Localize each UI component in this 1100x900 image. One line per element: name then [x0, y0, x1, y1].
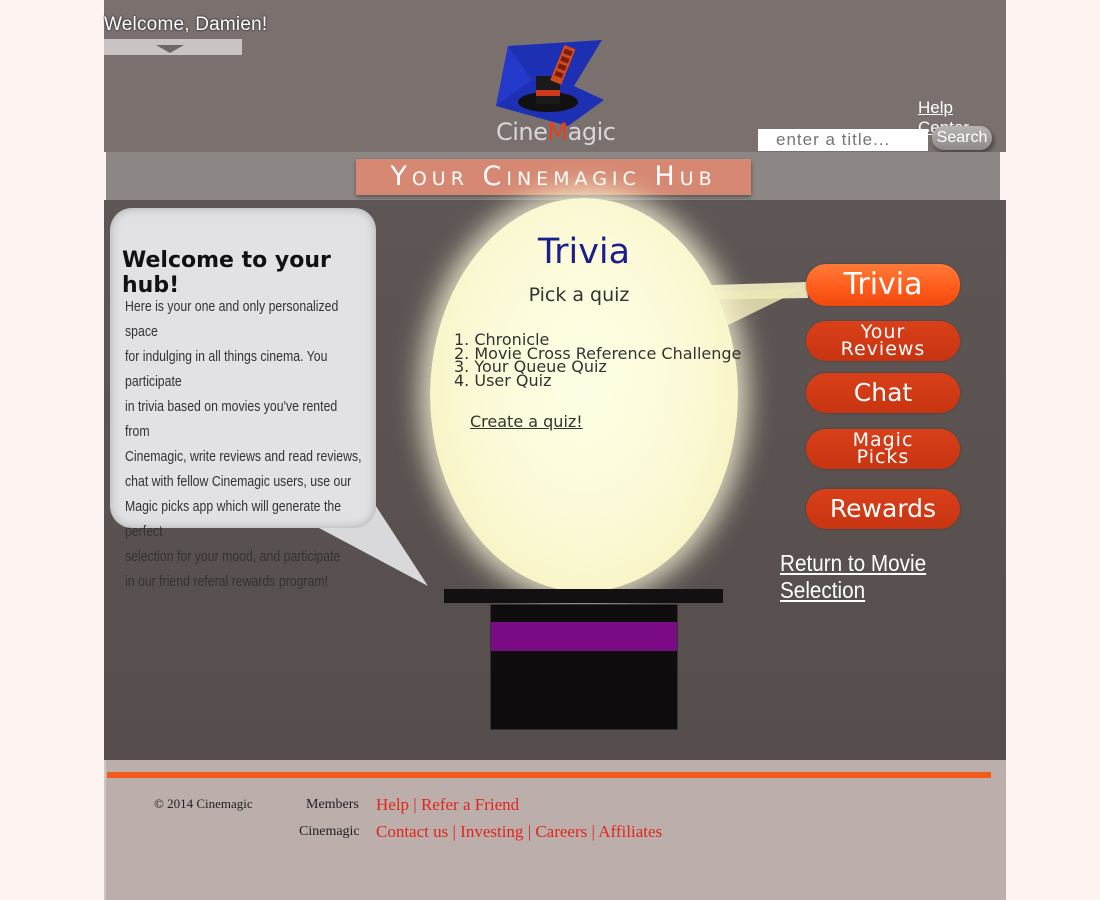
description-line: Here is your one and only personalized s… — [125, 298, 339, 340]
footer-link-careers[interactable]: Careers — [535, 822, 587, 841]
footer-members-label: Members — [306, 797, 359, 812]
page: Welcome, Damien! CineMagic Help Center S… — [104, 0, 1006, 900]
welcome-description: Here is your one and only personalized s… — [125, 294, 364, 594]
footer-separator: | — [409, 795, 421, 814]
nav-chat-label: Chat — [853, 378, 913, 407]
footer-link-refer-a-friend[interactable]: Refer a Friend — [421, 795, 519, 814]
description-line: for indulging in all things cinema. You … — [125, 348, 328, 390]
description-line: in trivia based on movies you've rented … — [125, 398, 338, 440]
search-button[interactable]: Search — [932, 126, 992, 150]
create-quiz-link[interactable]: Create a quiz! — [470, 412, 583, 431]
logo-text-m: M — [547, 118, 568, 146]
welcome-heading: Welcome to your hub! — [122, 248, 331, 298]
footer-members-links: Help | Refer a Friend — [376, 795, 519, 815]
footer-cinemagic-label: Cinemagic — [299, 824, 360, 839]
nav-trivia-button[interactable]: Trivia — [806, 264, 960, 306]
magic-hat-brim — [444, 589, 723, 603]
user-menu-dropdown[interactable] — [104, 39, 242, 55]
footer-separator: | — [587, 822, 599, 841]
trivia-heading: Trivia — [537, 232, 631, 272]
description-line: Magic picks app which will generate the … — [125, 498, 342, 540]
search-input[interactable] — [758, 129, 928, 151]
footer-cinemagic-links: Contact us | Investing | Careers | Affil… — [376, 822, 662, 842]
quiz-list: 1. Chronicle 2. Movie Cross Reference Ch… — [454, 332, 741, 388]
nav-rewards-button[interactable]: Rewards — [806, 489, 960, 529]
nav-trivia-label: Trivia — [843, 267, 923, 302]
logo-text-cine: Cine — [496, 118, 548, 146]
welcome-bubble: Welcome to your hub! Here is your one an… — [110, 208, 376, 590]
footer-link-investing[interactable]: Investing — [460, 822, 523, 841]
chevron-down-icon — [156, 45, 184, 53]
magic-hat-band — [491, 622, 677, 651]
description-line: selection for your mood, and participate — [125, 548, 341, 565]
nav-magic-label-2: Picks — [856, 446, 910, 468]
nav-rewards-label: Rewards — [829, 494, 937, 523]
nav-chat-button[interactable]: Chat — [806, 373, 960, 413]
hub-title: Your Cinemagic Hub — [356, 159, 751, 195]
return-to-movie-selection-link[interactable]: Return to Movie Selection — [780, 550, 983, 604]
logo-text-agic: agic — [567, 118, 616, 146]
footer-link-help[interactable]: Help — [376, 795, 409, 814]
nav-magic-picks-button[interactable]: Magic Picks — [806, 429, 960, 469]
logo-text: CineMagic — [496, 118, 616, 146]
pick-quiz-subtitle: Pick a quiz — [528, 284, 630, 306]
description-line: Cinemagic, write reviews and read review… — [125, 448, 362, 465]
nav-reviews-label-2: Reviews — [840, 338, 926, 360]
footer-accent-line — [107, 772, 991, 778]
footer-separator: | — [448, 822, 461, 841]
description-line: in our friend referal rewards program! — [125, 573, 329, 590]
welcome-user-text: Welcome, Damien! — [104, 14, 268, 35]
nav-your-reviews-button[interactable]: Your Reviews — [806, 321, 960, 361]
description-line: chat with fellow Cinemagic users, use ou… — [125, 473, 352, 490]
footer-link-affiliates[interactable]: Affiliates — [598, 822, 662, 841]
footer-link-contact-us[interactable]: Contact us — [376, 822, 448, 841]
copyright-text: © 2014 Cinemagic — [154, 796, 253, 811]
footer-separator: | — [523, 822, 536, 841]
